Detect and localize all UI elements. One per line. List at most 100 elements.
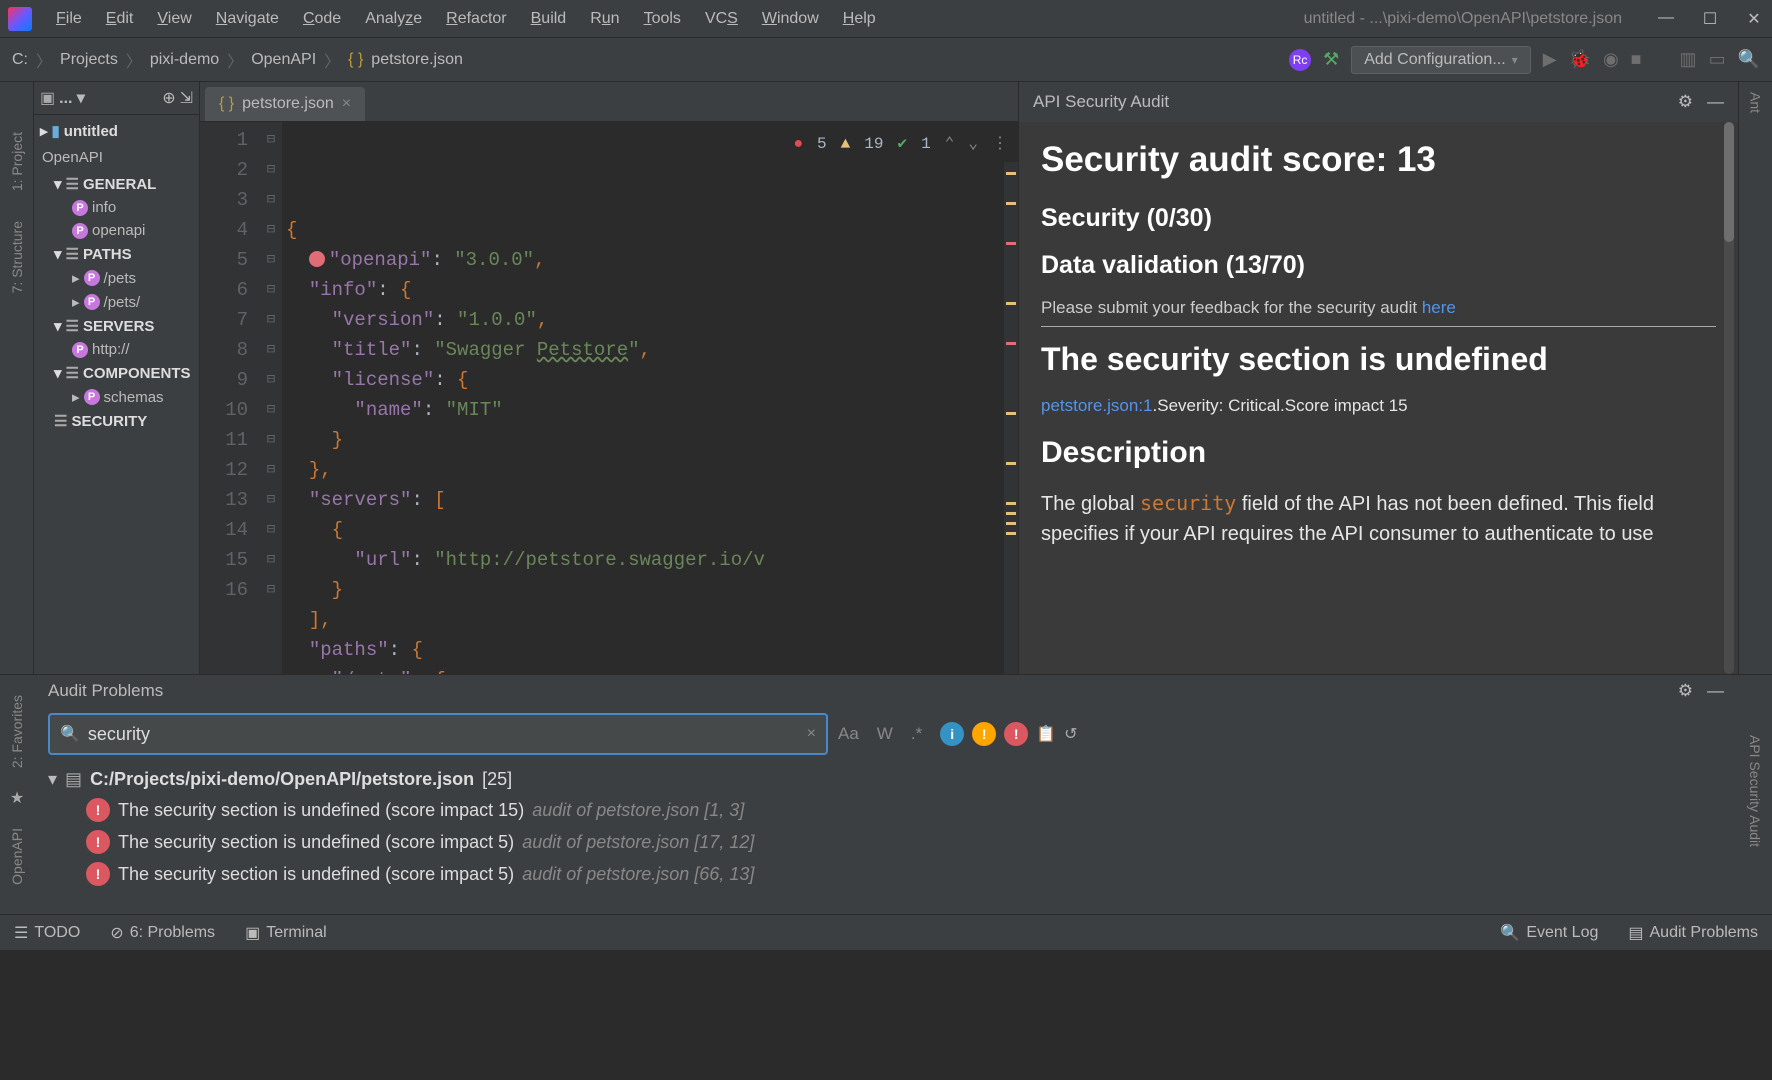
stop-icon[interactable]: ■	[1631, 49, 1642, 70]
problems-panel-title: Audit Problems	[48, 681, 163, 701]
menu-refactor[interactable]: Refactor	[436, 6, 516, 32]
gear-icon[interactable]	[1678, 681, 1693, 701]
prev-highlight-icon[interactable]: ⌃	[945, 129, 955, 159]
tree-section-paths[interactable]: PATHS	[34, 242, 199, 266]
close-tab-icon[interactable]: ×	[342, 95, 351, 113]
problem-row[interactable]: ! The security section is undefined (sco…	[48, 858, 1724, 890]
status-bar: ☰TODO ⊘6: Problems ▣Terminal 🔍Event Log …	[0, 914, 1772, 950]
add-configuration-button[interactable]: Add Configuration...▾	[1351, 46, 1530, 74]
regex-icon[interactable]: .*	[911, 724, 922, 744]
menu-file[interactable]: File	[46, 6, 92, 32]
menu-edit[interactable]: Edit	[96, 6, 144, 32]
filter-info-icon[interactable]: i	[940, 722, 964, 746]
tree-item[interactable]: P/pets/	[34, 290, 199, 314]
tree-section-servers[interactable]: SERVERS	[34, 314, 199, 338]
menu-vcs[interactable]: VCS	[695, 6, 748, 32]
problem-row[interactable]: ! The security section is undefined (sco…	[48, 826, 1724, 858]
status-event-log[interactable]: 🔍Event Log	[1500, 923, 1598, 943]
folder-icon: ▣	[40, 88, 55, 108]
tree-section-components[interactable]: COMPONENTS	[34, 361, 199, 385]
layout-icon[interactable]: ▥	[1680, 49, 1697, 70]
tree-item[interactable]: P/pets	[34, 266, 199, 290]
error-icon: !	[86, 798, 110, 822]
inspection-menu-icon[interactable]: ⋮	[992, 129, 1008, 159]
menu-build[interactable]: Build	[521, 6, 577, 32]
tree-item[interactable]: Popenapi	[34, 219, 199, 242]
project-selector[interactable]: ... ▾	[59, 88, 85, 108]
menu-analyze[interactable]: Analyze	[355, 6, 432, 32]
tree-root[interactable]: ▮untitled	[34, 119, 199, 143]
tool-tab-openapi[interactable]: OpenAPI	[9, 828, 25, 885]
status-terminal[interactable]: ▣Terminal	[245, 923, 327, 943]
menu-help[interactable]: Help	[833, 6, 886, 32]
collapse-icon[interactable]: ⇲	[180, 88, 193, 108]
error-icon[interactable]: ●	[793, 129, 803, 159]
copy-icon[interactable]: 📋	[1036, 724, 1056, 744]
clear-search-icon[interactable]: ×	[807, 725, 816, 743]
undo-icon[interactable]: ↺	[1064, 724, 1077, 744]
problems-file-row[interactable]: ▤ C:/Projects/pixi-demo/OpenAPI/petstore…	[48, 765, 1724, 794]
tree-section-security[interactable]: SECURITY	[34, 409, 199, 433]
filter-warning-icon[interactable]: !	[972, 722, 996, 746]
status-problems[interactable]: ⊘6: Problems	[110, 923, 215, 943]
tree-section-general[interactable]: GENERAL	[34, 172, 199, 196]
tool-tab-ant[interactable]: Ant	[1748, 92, 1764, 113]
debug-icon[interactable]: 🐞	[1569, 49, 1591, 70]
main-toolbar: C:〉 Projects〉 pixi-demo〉 OpenAPI〉 { } pe…	[0, 38, 1772, 82]
status-todo[interactable]: ☰TODO	[14, 923, 80, 943]
plugin-badge-icon[interactable]: Rc	[1289, 49, 1311, 71]
target-icon[interactable]: ⊕	[162, 88, 175, 108]
coverage-icon[interactable]: ◉	[1603, 49, 1619, 70]
build-icon[interactable]: ⚒	[1323, 49, 1339, 70]
menu-tools[interactable]: Tools	[634, 6, 691, 32]
gear-icon[interactable]	[1678, 92, 1693, 112]
search-everywhere-icon[interactable]: 🔍	[1738, 49, 1760, 70]
scrollbar[interactable]	[1724, 122, 1734, 674]
feedback-link[interactable]: here	[1422, 298, 1456, 317]
breadcrumb-item[interactable]: OpenAPI	[251, 51, 316, 69]
breadcrumb-item[interactable]: Projects	[60, 51, 118, 69]
editor-tab[interactable]: { } petstore.json ×	[205, 87, 365, 121]
tree-item[interactable]: Pschemas	[34, 385, 199, 409]
tree-openapi-header[interactable]: OpenAPI	[34, 143, 199, 172]
tool-tab-project[interactable]: 1: Project	[9, 132, 25, 191]
next-highlight-icon[interactable]: ⌄	[968, 129, 978, 159]
words-icon[interactable]: W	[877, 724, 893, 744]
window-close-icon[interactable]: ✕	[1744, 9, 1764, 29]
star-icon[interactable]: ★	[10, 788, 24, 808]
menu-run[interactable]: Run	[580, 6, 629, 32]
tool-tab-api-security-audit[interactable]: API Security Audit	[1747, 735, 1763, 847]
error-stripe[interactable]	[1004, 162, 1018, 674]
tool-tab-structure[interactable]: 7: Structure	[9, 221, 25, 293]
presentation-icon[interactable]: ▭	[1709, 49, 1726, 70]
window-minimize-icon[interactable]: —	[1656, 9, 1676, 29]
inspection-status: ●5 ▲19 ✔1 ⌃ ⌄ ⋮	[793, 129, 1008, 159]
hide-panel-icon[interactable]	[1707, 92, 1724, 112]
audit-problems-panel: 2: Favorites ★ OpenAPI Audit Problems 🔍 …	[0, 674, 1772, 914]
ok-icon[interactable]: ✔	[897, 129, 907, 159]
filter-error-icon[interactable]: !	[1004, 722, 1028, 746]
window-maximize-icon[interactable]: ☐	[1700, 9, 1720, 29]
menu-navigate[interactable]: Navigate	[206, 6, 289, 32]
breadcrumb-item[interactable]: pixi-demo	[150, 51, 219, 69]
right-tool-gutter: Ant	[1738, 82, 1772, 674]
problems-search-box[interactable]: 🔍 ×	[48, 713, 828, 755]
issue-file-link[interactable]: petstore.json:1	[1041, 396, 1153, 415]
status-audit-problems[interactable]: ▤Audit Problems	[1628, 923, 1758, 943]
breadcrumb-item[interactable]: C:	[12, 51, 28, 69]
menu-view[interactable]: View	[147, 6, 201, 32]
menu-window[interactable]: Window	[752, 6, 829, 32]
problems-search-input[interactable]	[88, 724, 799, 745]
run-icon[interactable]: ▶	[1543, 49, 1557, 70]
audit-description-body: The global security field of the API has…	[1041, 488, 1716, 549]
match-case-icon[interactable]: Aa	[838, 724, 859, 744]
menu-code[interactable]: Code	[293, 6, 351, 32]
code-editor[interactable]: 12345678910111213141516 ⊟⊟⊟⊟⊟⊟⊟⊟⊟⊟⊟⊟⊟⊟⊟⊟…	[200, 122, 1018, 674]
warning-icon[interactable]: ▲	[841, 129, 851, 159]
breadcrumb-item[interactable]: petstore.json	[371, 51, 463, 69]
tree-item[interactable]: Phttp://	[34, 338, 199, 361]
problem-row[interactable]: ! The security section is undefined (sco…	[48, 794, 1724, 826]
tree-item[interactable]: Pinfo	[34, 196, 199, 219]
hide-panel-icon[interactable]	[1707, 681, 1724, 701]
tool-tab-favorites[interactable]: 2: Favorites	[9, 695, 25, 768]
